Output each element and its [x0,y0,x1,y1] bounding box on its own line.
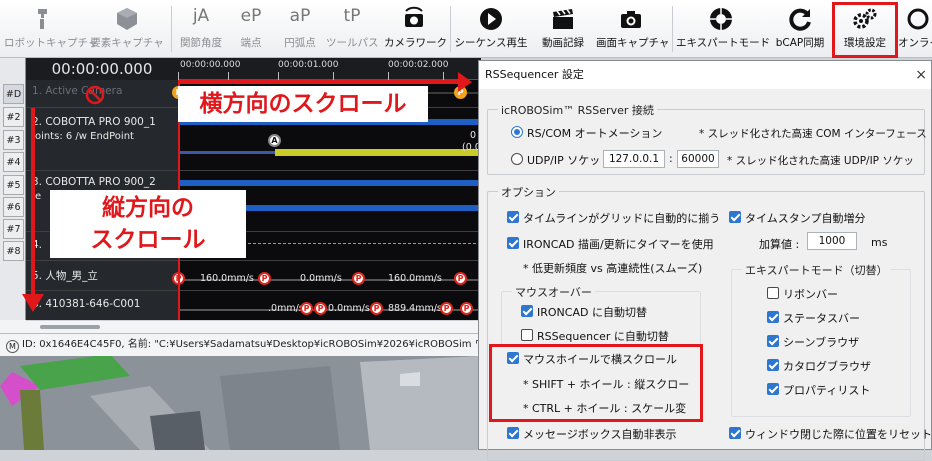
increment-label: 加算値 : [759,238,800,251]
timestamp-auto-checkbox[interactable] [729,211,741,223]
timestamp-auto-label[interactable]: タイムスタンプ自動増分 [745,210,865,226]
ip-address-field[interactable]: 127.0.0.1 [603,150,665,168]
scene-browser-checkbox[interactable] [767,335,779,347]
rs-com-note: * スレッド化された高速 COM インターフェース [699,128,927,140]
msgbox-auto-hide-checkbox[interactable] [507,427,519,439]
udp-ip-note: * スレッド化された高速 UDP/IP ソケッ [727,155,914,167]
options-group-title: オプション [498,184,559,200]
rs-com-radio[interactable] [511,126,523,138]
port-field[interactable]: 60000 [677,150,719,168]
ironcad-auto-label[interactable]: IRONCAD に自動切替 [537,304,647,320]
dialog-title: RSSequencer 設定 [479,61,931,89]
status-bar-label[interactable]: ステータスバー [783,310,860,326]
low-update-note: * 低更新頻度 vs 高連続性(スムーズ) [523,262,703,275]
reset-window-pos-checkbox[interactable] [729,427,741,439]
rssequencer-auto-checkbox[interactable] [521,329,533,341]
msgbox-auto-hide-label[interactable]: メッセージボックス自動非表示 [523,426,676,442]
catalog-browser-label[interactable]: カタログブラウザ [783,358,871,374]
close-icon[interactable]: × [915,61,927,89]
wheel-scroll-highlight-box [489,344,703,422]
scene-browser-label[interactable]: シーンブラウザ [783,334,859,350]
grid-snap-label[interactable]: タイムラインがグリッドに自動的に揃う [523,210,720,226]
ribbon-bar-checkbox[interactable] [767,287,779,299]
mouseover-group-title: マウスオーバー [512,284,595,300]
udp-ip-label[interactable]: UDP/IP ソケット [527,152,611,168]
reset-window-pos-label[interactable]: ウィンドウ閉じた際に位置をリセット [745,426,932,442]
expert-mode-group-title: エキスパートモード（切替） [742,262,891,278]
status-bar-checkbox[interactable] [767,311,779,323]
udp-ip-radio[interactable] [511,153,523,165]
ribbon-bar-label[interactable]: リボンバー [783,286,838,302]
rsserver-group-title: icROBOSim™ RSServer 接続 [498,102,657,118]
catalog-browser-checkbox[interactable] [767,359,779,371]
increment-unit: ms [871,236,888,249]
property-list-label[interactable]: プロパティリスト [783,382,870,398]
ironcad-timer-checkbox[interactable] [507,237,519,249]
grid-snap-checkbox[interactable] [507,211,519,223]
ironcad-auto-checkbox[interactable] [521,305,533,317]
ironcad-timer-label[interactable]: IRONCAD 描画/更新にタイマーを使用 [523,236,714,252]
property-list-checkbox[interactable] [767,383,779,395]
rssequencer-auto-label[interactable]: RSSequencer に自動切替 [537,328,669,344]
increment-field[interactable]: 1000 [807,232,857,250]
ip-port-separator: : [669,152,673,165]
rs-com-label[interactable]: RS/COM オートメーション [527,125,662,141]
settings-dialog: RSSequencer 設定 × icROBOSim™ RSServer 接続 … [478,60,932,461]
